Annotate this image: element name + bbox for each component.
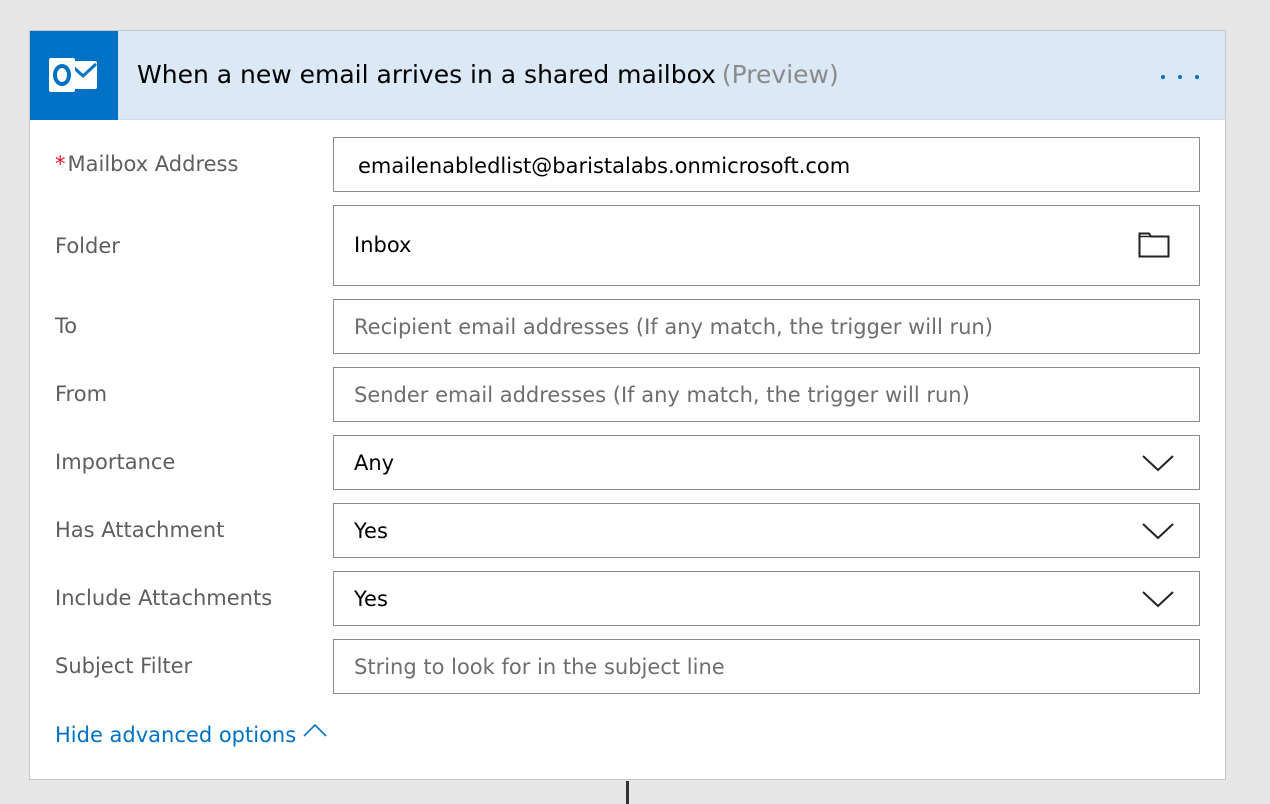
card-header[interactable]: When a new email arrives in a shared mai… — [30, 31, 1225, 120]
to-label: To — [55, 314, 78, 338]
mailbox-address-field[interactable]: emailenabledlist@baristalabs.onmicrosoft… — [333, 137, 1200, 192]
outlook-logo — [30, 31, 118, 120]
menu-dot — [1178, 75, 1182, 79]
include-attachments-label: Include Attachments — [55, 586, 273, 610]
mailbox-address-label-text: Mailbox Address — [67, 152, 239, 176]
card-title: When a new email arrives in a shared mai… — [137, 59, 839, 91]
hide-advanced-options-link[interactable]: Hide advanced options — [55, 721, 328, 749]
importance-value: Any — [354, 451, 395, 475]
include-attachments-value: Yes — [354, 587, 388, 611]
more-dots-icon[interactable] — [1157, 69, 1203, 85]
chevron-up-icon — [303, 723, 327, 737]
has-attachment-label: Has Attachment — [55, 518, 225, 542]
to-placeholder: Recipient email addresses (If any match,… — [354, 315, 993, 339]
chevron-down-icon[interactable] — [1141, 453, 1175, 473]
from-field[interactable]: Sender email addresses (If any match, th… — [333, 367, 1200, 422]
to-field[interactable]: Recipient email addresses (If any match,… — [333, 299, 1200, 354]
flow-connector-line — [626, 781, 629, 804]
folder-label: Folder — [55, 234, 120, 258]
menu-dot — [1195, 75, 1199, 79]
folder-value: Inbox — [354, 233, 412, 257]
hide-advanced-options-label: Hide advanced options — [55, 723, 297, 747]
outlook-icon — [49, 58, 98, 92]
from-label: From — [55, 382, 108, 406]
has-attachment-value: Yes — [354, 519, 388, 543]
chevron-down-icon[interactable] — [1141, 521, 1175, 541]
subject-filter-field[interactable]: String to look for in the subject line — [333, 639, 1200, 694]
card-title-text: When a new email arrives in a shared mai… — [137, 60, 716, 89]
trigger-card: When a new email arrives in a shared mai… — [29, 30, 1226, 780]
required-asterisk: * — [55, 152, 66, 176]
subject-filter-label: Subject Filter — [55, 654, 193, 678]
from-placeholder: Sender email addresses (If any match, th… — [354, 383, 970, 407]
folder-field[interactable]: Inbox — [333, 205, 1200, 286]
preview-tag: (Preview) — [721, 60, 839, 89]
has-attachment-select[interactable]: Yes — [333, 503, 1200, 558]
chevron-down-icon[interactable] — [1141, 589, 1175, 609]
menu-dot — [1161, 75, 1165, 79]
include-attachments-select[interactable]: Yes — [333, 571, 1200, 626]
importance-label: Importance — [55, 450, 176, 474]
subject-filter-placeholder: String to look for in the subject line — [354, 655, 725, 679]
mailbox-address-label: *Mailbox Address — [55, 150, 238, 178]
importance-select[interactable]: Any — [333, 435, 1200, 490]
mailbox-address-value: emailenabledlist@baristalabs.onmicrosoft… — [358, 154, 851, 178]
folder-icon[interactable] — [1138, 230, 1170, 258]
